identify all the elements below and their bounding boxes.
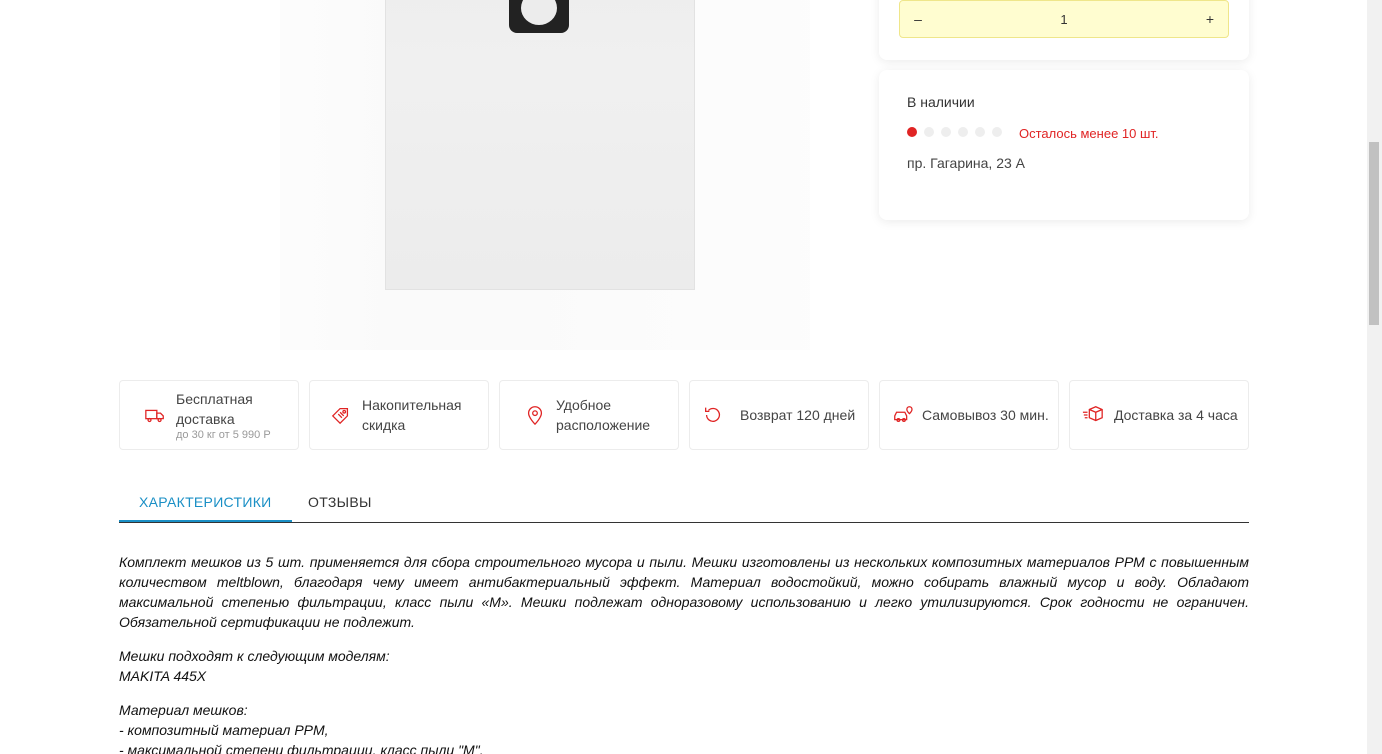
material-item: - максимальной степени фильтрации, класс… <box>119 742 484 754</box>
feature-sublabel: до 30 кг от 5 990 Р <box>176 428 271 441</box>
stock-dot <box>992 127 1002 137</box>
box-delivery-icon <box>1082 404 1104 426</box>
feature-label: Доставка за 4 часа <box>1114 407 1238 423</box>
location-pin-icon <box>524 404 546 426</box>
quantity-increase-button[interactable]: + <box>1192 0 1228 38</box>
feature-label: Самовывоз 30 мин. <box>922 407 1049 423</box>
feature-pickup[interactable]: Самовывоз 30 мин. <box>879 380 1059 450</box>
material-item: - композитный материал PPM, <box>119 722 329 738</box>
feature-free-delivery[interactable]: Бесплатная доставка до 30 кг от 5 990 Р <box>119 380 299 450</box>
bag-flange <box>509 0 569 33</box>
tab-reviews[interactable]: ОТЗЫВЫ <box>288 482 392 522</box>
car-pickup-icon <box>892 404 914 426</box>
tag-icon <box>330 404 352 426</box>
tab-characteristics[interactable]: ХАРАКТЕРИСТИКИ <box>119 482 292 522</box>
stock-dot <box>958 127 968 137</box>
feature-fast-delivery[interactable]: Доставка за 4 часа <box>1069 380 1249 450</box>
product-tabs: ХАРАКТЕРИСТИКИ ОТЗЫВЫ <box>119 482 1249 523</box>
stock-warning: Осталось менее 10 шт. <box>1019 126 1159 141</box>
product-description: Комплект мешков из 5 шт. применяется для… <box>119 552 1249 754</box>
truck-icon <box>144 404 166 426</box>
feature-label: Возврат 120 дней <box>740 407 856 423</box>
features-bar: Бесплатная доставка до 30 кг от 5 990 Р … <box>119 380 1249 450</box>
scrollbar-thumb[interactable] <box>1369 142 1379 325</box>
stock-status: В наличии <box>907 94 975 110</box>
feature-cumulative-discount[interactable]: Накопительная скидка <box>309 380 489 450</box>
page-scrollbar[interactable] <box>1367 0 1382 754</box>
quantity-stepper: – 1 + <box>899 0 1229 38</box>
description-paragraph: Комплект мешков из 5 шт. применяется для… <box>119 554 1249 630</box>
feature-label: Бесплатная доставка <box>176 390 253 427</box>
quantity-decrease-button[interactable]: – <box>900 0 936 38</box>
feature-label: Накопительная скидка <box>362 397 462 433</box>
store-address[interactable]: пр. Гагарина, 23 А <box>907 155 1025 171</box>
page: – 1 + В наличии Осталось менее 10 шт. пр… <box>0 0 1367 754</box>
stock-card: В наличии Осталось менее 10 шт. пр. Гага… <box>879 70 1249 220</box>
stock-level-indicator <box>907 127 1002 137</box>
product-image[interactable] <box>385 0 695 290</box>
stock-dot <box>975 127 985 137</box>
material-title: Материал мешков: <box>119 702 248 718</box>
quantity-card: – 1 + <box>879 0 1249 60</box>
models-title: Мешки подходят к следующим моделям: <box>119 648 390 664</box>
feature-label: Удобное расположение <box>556 397 651 433</box>
stock-dot <box>941 127 951 137</box>
stock-dot <box>907 127 917 137</box>
feature-convenient-location[interactable]: Удобное расположение <box>499 380 679 450</box>
feature-return[interactable]: Возврат 120 дней <box>689 380 869 450</box>
stock-dot <box>924 127 934 137</box>
quantity-value[interactable]: 1 <box>936 12 1192 27</box>
model-item: MAKITA 445X <box>119 668 207 684</box>
return-icon <box>702 404 724 426</box>
product-gallery[interactable] <box>280 0 810 350</box>
